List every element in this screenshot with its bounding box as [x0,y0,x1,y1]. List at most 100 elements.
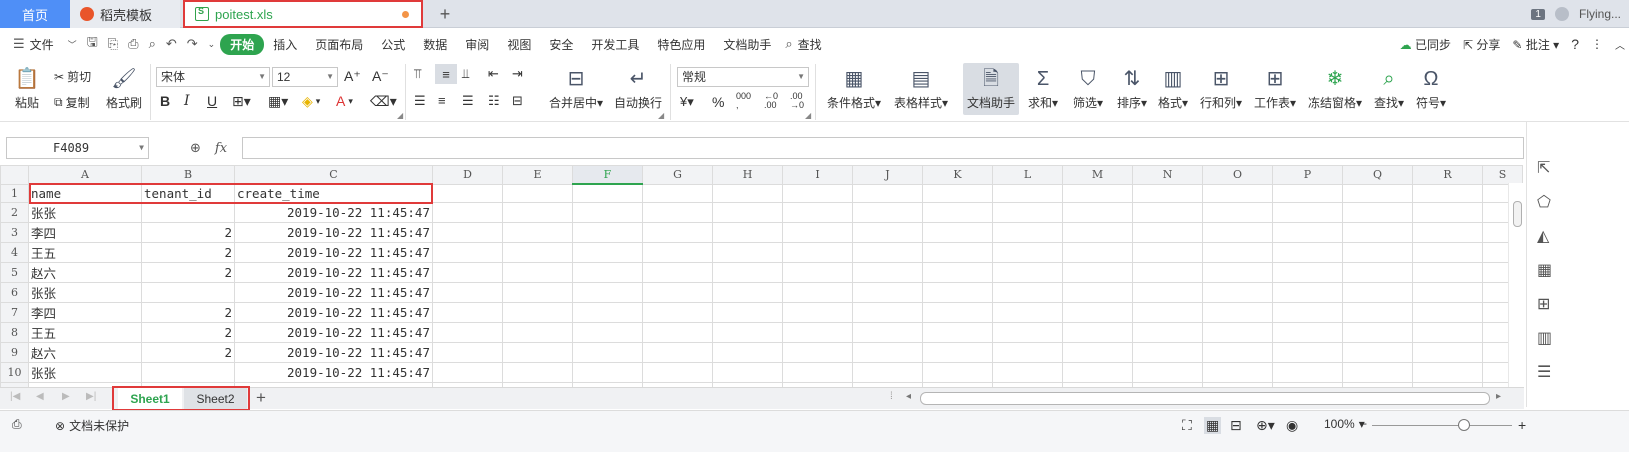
cell-empty[interactable] [1202,282,1273,303]
increase-decimal-icon[interactable]: ←0.00 [764,92,778,110]
cell-empty[interactable] [642,282,713,303]
cell-empty[interactable] [572,262,643,283]
new-tab-button[interactable]: + [430,0,460,28]
cell-empty[interactable] [432,302,503,323]
cell-empty[interactable] [1062,222,1133,243]
cell-empty[interactable] [1412,242,1483,263]
column-header-a[interactable]: A [28,165,142,185]
cell-empty[interactable] [1342,222,1413,243]
table-style-button[interactable]: ▤ 表格样式▾ [890,64,952,111]
column-header-d[interactable]: D [432,165,503,185]
cell-empty[interactable] [572,362,643,383]
column-header-s[interactable]: S [1482,165,1523,185]
menu-doc-assistant[interactable]: 文档助手 [714,36,780,53]
menu-review[interactable]: 审阅 [456,36,498,53]
cell-empty[interactable] [1272,183,1343,203]
cell-empty[interactable] [992,242,1063,263]
sheet-table[interactable]: ABCDEFGHIJKLMNOPQRS 1 name tenant_id create… [0,165,1523,387]
cell-b[interactable] [141,282,235,303]
cell-empty[interactable] [712,183,783,203]
comment-button[interactable]: ✎ 批注 ▾ [1512,36,1559,53]
align-right-icon[interactable]: ☰ [462,93,474,109]
cell-empty[interactable] [922,183,993,203]
cell-a[interactable]: name [28,183,142,203]
format-button[interactable]: ▥ 格式▾ [1155,64,1191,111]
window-count-badge[interactable]: 1 [1531,8,1545,20]
sort-button[interactable]: ⇅ 排序▾ [1112,64,1152,111]
more-icon[interactable]: ⋮ [1591,37,1603,51]
cell-empty[interactable] [712,322,783,343]
cell-empty[interactable] [782,262,853,283]
cell-empty[interactable] [572,322,643,343]
rows-cols-button[interactable]: ⊞ 行和列▾ [1196,64,1246,111]
cell-empty[interactable] [1132,322,1203,343]
cell-empty[interactable] [922,222,993,243]
cell-empty[interactable] [712,302,783,323]
number-dialog-launcher-icon[interactable]: ◢ [805,111,811,120]
select-pointer-icon[interactable]: ⇱ [1537,158,1550,178]
increase-font-icon[interactable]: A⁺ [344,68,361,85]
cell-empty[interactable] [782,342,853,363]
cell-empty[interactable] [1062,362,1133,383]
style-icon[interactable]: ◭ [1537,226,1549,246]
apps-icon[interactable]: ⊞ [1537,294,1550,314]
cell-empty[interactable] [1412,222,1483,243]
cell-b[interactable] [141,362,235,383]
align-top-icon[interactable]: ⫪ [414,66,421,82]
cell-empty[interactable] [502,222,573,243]
cell-empty[interactable] [1062,282,1133,303]
align-center-icon[interactable]: ≡ [438,93,446,108]
cell-empty[interactable] [992,183,1063,203]
cell-empty[interactable] [1272,222,1343,243]
column-header-i[interactable]: I [782,165,853,185]
cell-empty[interactable] [642,222,713,243]
cell-empty[interactable] [432,183,503,203]
cell-empty[interactable] [1272,362,1343,383]
name-box[interactable]: F4089 ▼ [6,137,149,159]
vertical-scrollbar[interactable] [1508,183,1524,387]
fx-icon[interactable]: fx [215,141,227,156]
italic-icon[interactable]: I [184,93,190,109]
next-sheet-icon[interactable]: ▶ [62,391,70,402]
number-format-select[interactable]: 常规 ▼ [677,67,809,87]
cell-empty[interactable] [1272,342,1343,363]
cell-empty[interactable] [712,342,783,363]
cell-empty[interactable] [712,222,783,243]
cell-empty[interactable] [1412,262,1483,283]
cell-c[interactable]: 2019-10-22 11:45:47 [234,242,433,263]
copy-button[interactable]: ⧉ 复制 [54,94,90,111]
print-preview-icon[interactable]: ⌕ [144,36,161,52]
cell-b[interactable]: 2 [141,302,235,323]
scroll-right-icon[interactable]: ▸ [1496,391,1501,402]
last-sheet-icon[interactable]: ▶| [86,391,96,402]
menu-security[interactable]: 安全 [540,36,582,53]
cell-empty[interactable] [1202,362,1273,383]
cell-empty[interactable] [782,282,853,303]
filter-button[interactable]: ⛉ 筛选▾ [1068,64,1108,111]
cell-empty[interactable] [852,202,923,223]
cell-empty[interactable] [1342,183,1413,203]
vertical-scroll-thumb[interactable] [1513,201,1522,227]
cell-a[interactable]: 赵六 [28,342,142,363]
user-name[interactable]: Flying... [1579,7,1621,21]
chevron-down-icon[interactable]: ﹀ [63,38,82,51]
cell-empty[interactable] [1272,282,1343,303]
cell-a[interactable]: 张张 [28,282,142,303]
share-button[interactable]: ⇱ 分享 [1463,36,1500,53]
cell-empty[interactable] [502,362,573,383]
cell-c[interactable]: 2019-10-22 11:45:47 [234,302,433,323]
column-header-o[interactable]: O [1202,165,1273,185]
column-header-b[interactable]: B [141,165,235,185]
cell-empty[interactable] [1412,302,1483,323]
sum-button[interactable]: Σ 求和▾ [1025,64,1061,111]
cell-c[interactable]: 2019-10-22 11:45:47 [234,362,433,383]
cell-c[interactable]: 2019-10-22 11:45:47 [234,322,433,343]
cell-empty[interactable] [1132,202,1203,223]
cell-empty[interactable] [642,342,713,363]
row-header[interactable]: 9 [0,342,29,363]
cell-empty[interactable] [922,362,993,383]
conditional-format-button[interactable]: ▦ 条件格式▾ [824,64,884,111]
cell-empty[interactable] [992,282,1063,303]
cell-empty[interactable] [922,342,993,363]
cell-empty[interactable] [572,222,643,243]
